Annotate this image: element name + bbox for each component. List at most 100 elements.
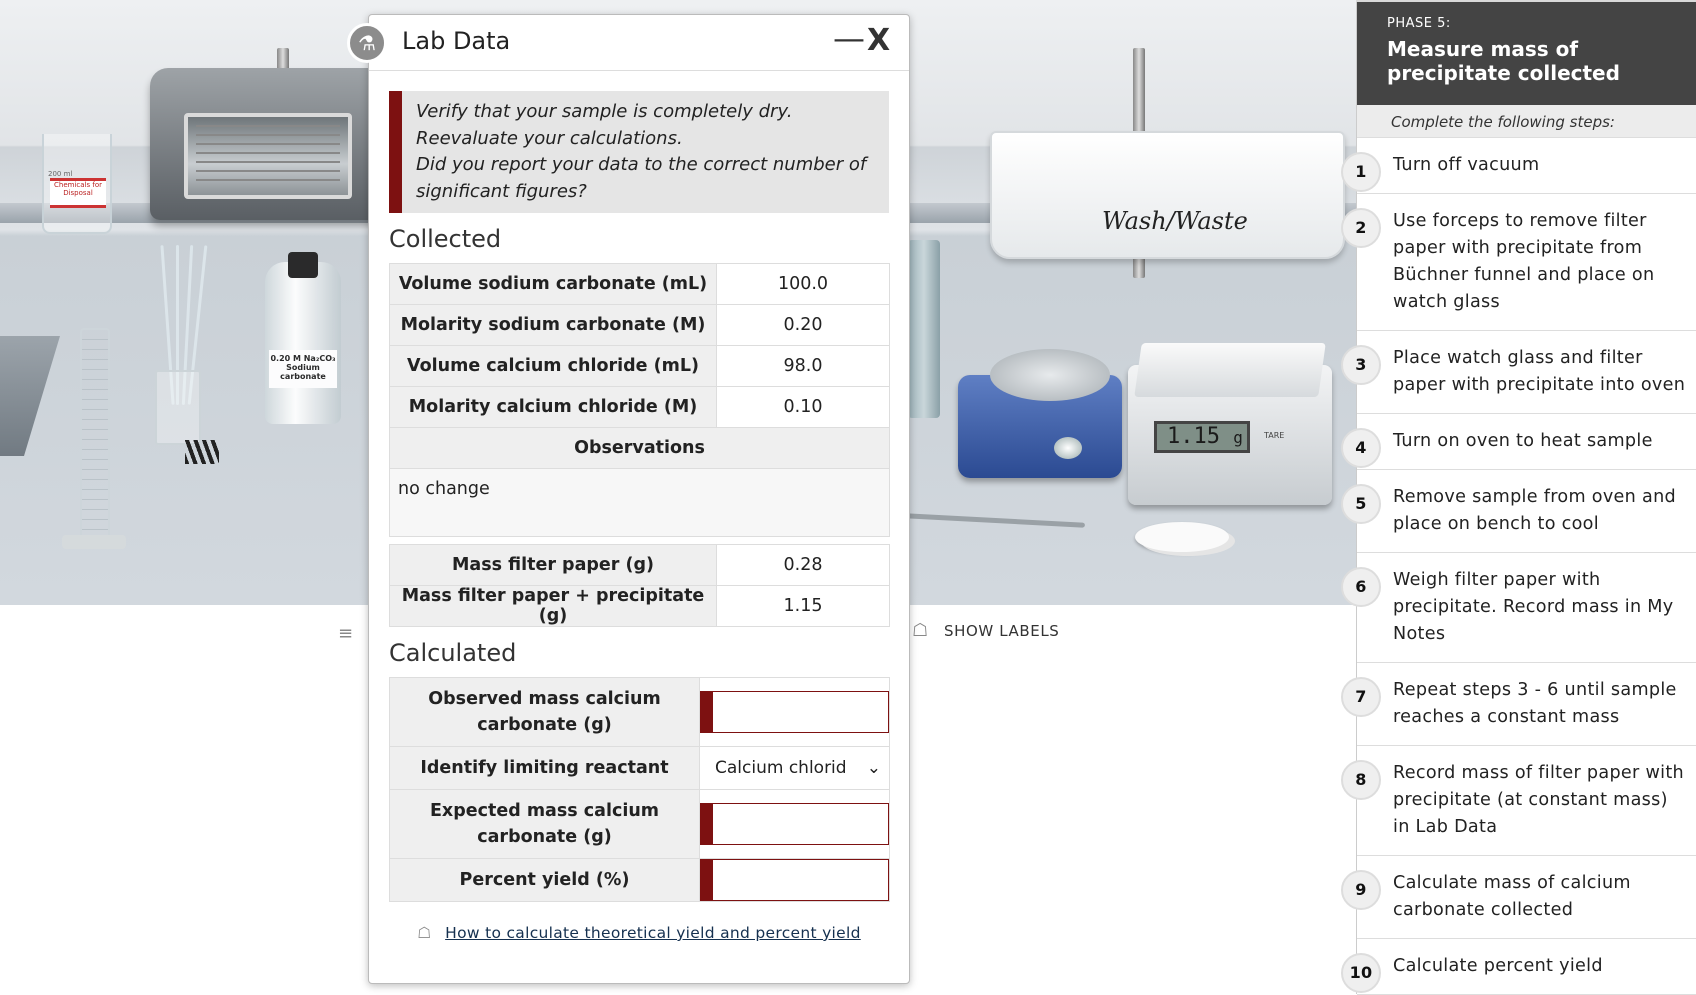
table-row: no change xyxy=(389,468,890,537)
dialog-header[interactable]: ⚗ Lab Data — X xyxy=(347,15,909,71)
row-label: Molarity sodium carbonate (M) xyxy=(389,304,717,346)
graduated-cylinder[interactable] xyxy=(80,328,110,538)
minimize-button[interactable]: — xyxy=(833,19,865,57)
limiting-reactant-select[interactable]: Calcium chlorid ⌄ xyxy=(700,758,889,778)
table-row: Mass filter paper (g) 0.28 xyxy=(389,544,890,586)
help-link[interactable]: How to calculate theoretical yield and p… xyxy=(445,924,861,942)
bottle-label: 0.20 M Na₂CO₃ Sodium carbonate xyxy=(269,350,337,388)
step-text: Weigh filter paper with precipitate. Rec… xyxy=(1393,570,1674,644)
row-value: 0.20 xyxy=(716,304,890,346)
flask-icon: ⚗ xyxy=(347,23,387,63)
expected-mass-input[interactable] xyxy=(700,803,889,845)
table-row: Mass filter paper + precipitate (g) 1.15 xyxy=(389,585,890,627)
table-row: Molarity sodium carbonate (M) 0.20 xyxy=(389,304,890,346)
analytical-balance[interactable]: 1.15 g TARE xyxy=(1128,343,1332,505)
percent-yield-input[interactable] xyxy=(700,859,889,901)
calculated-table: Observed mass calcium carbonate (g) Iden… xyxy=(389,677,890,902)
step-item: 1 Turn off vacuum xyxy=(1341,138,1696,194)
row-label: Mass filter paper (g) xyxy=(389,544,717,586)
sink xyxy=(0,336,60,456)
step-text: Remove sample from oven and place on ben… xyxy=(1393,487,1677,534)
row-value: 100.0 xyxy=(716,263,890,305)
close-button[interactable]: X xyxy=(867,23,890,58)
dialog-title: Lab Data xyxy=(402,27,511,55)
row-value: 0.10 xyxy=(716,386,890,428)
notes-icon[interactable]: ≡ xyxy=(338,624,360,644)
step-item: 5 Remove sample from oven and place on be… xyxy=(1341,470,1696,553)
tag-icon: ☖ xyxy=(912,620,929,641)
wash-bottle[interactable] xyxy=(908,240,940,418)
step-number: 6 xyxy=(1341,567,1381,607)
tare-button[interactable]: TARE xyxy=(1264,431,1284,440)
magnetic-stir-bars[interactable] xyxy=(185,440,219,464)
warning-line: Reevaluate your calculations. xyxy=(416,127,683,149)
row-label: Expected mass calcium carbonate (g) xyxy=(389,789,700,859)
step-text: Calculate mass of calcium carbonate coll… xyxy=(1393,873,1631,920)
calculated-heading: Calculated xyxy=(389,639,517,667)
step-number: 5 xyxy=(1341,484,1381,524)
step-item: 3 Place watch glass and filter paper with… xyxy=(1341,331,1696,414)
collected-heading: Collected xyxy=(389,225,502,253)
filter-papers[interactable] xyxy=(1135,522,1229,552)
sodium-carbonate-bottle[interactable]: 0.20 M Na₂CO₃ Sodium carbonate xyxy=(265,252,341,424)
warning-line: Did you report your data to the correct … xyxy=(416,154,867,202)
lab-data-dialog: ⚗ Lab Data — X Verify that your sample i… xyxy=(347,14,910,984)
observations-field[interactable]: no change xyxy=(389,468,890,537)
observed-mass-input[interactable] xyxy=(700,691,889,733)
stirring-hotplate[interactable] xyxy=(958,349,1122,478)
beaker-volume: 200 ml xyxy=(48,170,73,178)
table-row: Expected mass calcium carbonate (g) xyxy=(389,789,890,859)
row-value: 98.0 xyxy=(716,345,890,387)
drying-oven[interactable] xyxy=(150,68,385,220)
step-text: Record mass of filter paper with precipi… xyxy=(1393,763,1684,837)
tub-label: Wash/Waste xyxy=(1102,207,1248,235)
step-number: 10 xyxy=(1341,953,1381,993)
table-row: Observations xyxy=(389,427,890,469)
phase-label: PHASE 5: xyxy=(1387,16,1451,31)
forceps[interactable] xyxy=(904,513,1086,528)
step-number: 7 xyxy=(1341,677,1381,717)
step-text: Turn on oven to heat sample xyxy=(1393,431,1653,451)
instructions-subtitle: Complete the following steps: xyxy=(1357,105,1696,138)
row-label: Mass filter paper + precipitate (g) xyxy=(389,585,717,627)
warning-message: Verify that your sample is completely dr… xyxy=(389,91,889,213)
step-text: Calculate percent yield xyxy=(1393,956,1603,976)
step-item: 7 Repeat steps 3 - 6 until sample reaches… xyxy=(1341,663,1696,746)
show-labels-text: SHOW LABELS xyxy=(944,622,1060,640)
show-labels-button[interactable]: ☖ SHOW LABELS xyxy=(912,620,1060,641)
help-link-row: ☖ How to calculate theoretical yield and… xyxy=(369,924,909,942)
row-label: Percent yield (%) xyxy=(389,858,700,902)
step-number: 1 xyxy=(1341,152,1381,192)
step-text: Use forceps to remove filter paper with … xyxy=(1393,211,1655,312)
row-label: Identify limiting reactant xyxy=(389,746,700,790)
wash-waste-tub[interactable]: Wash/Waste xyxy=(990,131,1345,259)
collected-table: Volume sodium carbonate (mL) 100.0 Molari… xyxy=(389,263,890,627)
observations-header: Observations xyxy=(389,427,890,469)
step-number: 9 xyxy=(1341,870,1381,910)
steps-list: 1 Turn off vacuum 2 Use forceps to remove … xyxy=(1341,138,1696,995)
table-row: Observed mass calcium carbonate (g) xyxy=(389,677,890,747)
table-row: Molarity calcium chloride (M) 0.10 xyxy=(389,386,890,428)
phase-title: Measure mass of precipitate collected xyxy=(1387,37,1620,85)
table-row: Identify limiting reactant Calcium chlori… xyxy=(389,746,890,790)
disposal-beaker[interactable]: Chemicals for Disposal xyxy=(42,134,112,234)
row-value: 0.28 xyxy=(716,544,890,586)
warning-line: Verify that your sample is completely dr… xyxy=(416,101,793,122)
row-value: 1.15 xyxy=(716,585,890,627)
cylinder-base xyxy=(62,535,126,549)
step-item: 10 Calculate percent yield xyxy=(1341,939,1696,995)
row-label: Observed mass calcium carbonate (g) xyxy=(389,677,700,747)
step-number: 4 xyxy=(1341,428,1381,468)
phase-header: PHASE 5: Measure mass of precipitate col… xyxy=(1357,2,1696,105)
row-label: Molarity calcium chloride (M) xyxy=(389,386,717,428)
step-number: 2 xyxy=(1341,208,1381,248)
step-text: Place watch glass and filter paper with … xyxy=(1393,348,1686,395)
table-row: Volume calcium chloride (mL) 98.0 xyxy=(389,345,890,387)
step-item: 8 Record mass of filter paper with precip… xyxy=(1341,746,1696,856)
step-number: 3 xyxy=(1341,345,1381,385)
rod-holder-beaker xyxy=(155,370,201,445)
table-row: Percent yield (%) xyxy=(389,858,890,902)
chevron-down-icon: ⌄ xyxy=(866,758,881,778)
row-label: Volume calcium chloride (mL) xyxy=(389,345,717,387)
tag-icon: ☖ xyxy=(417,924,432,942)
